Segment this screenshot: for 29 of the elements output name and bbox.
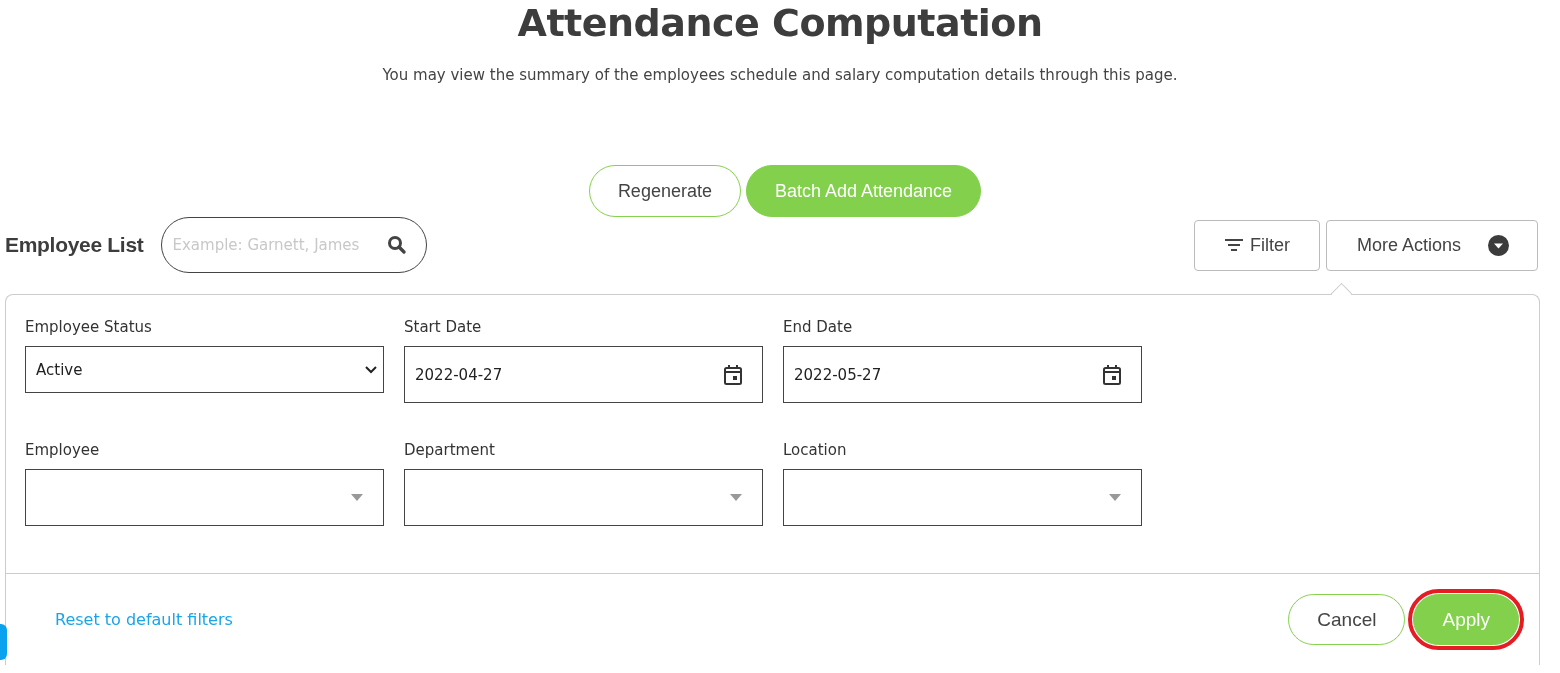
filter-icon xyxy=(1224,238,1244,252)
dropdown-icon xyxy=(1488,234,1509,256)
side-tab[interactable] xyxy=(0,624,7,660)
page-subtitle: You may view the summary of the employees schedule and salary computation details through this page. xyxy=(381,66,1179,86)
field-label: Location xyxy=(783,441,848,459)
chevron-icon xyxy=(365,365,377,374)
caret-icon xyxy=(730,494,742,501)
date-field[interactable]: 2022-05-27 xyxy=(783,346,1142,403)
select-field[interactable] xyxy=(404,469,763,526)
field-label: End Date xyxy=(783,318,854,336)
calendar-icon xyxy=(724,364,742,385)
page-title: Attendance Computation xyxy=(516,0,1044,46)
cancel-button[interactable]: Cancel xyxy=(1288,594,1406,645)
status-dropdown[interactable]: Active xyxy=(25,346,384,393)
field-label: Department xyxy=(404,441,496,459)
filter-button[interactable]: Filter xyxy=(1194,219,1320,271)
search-icon xyxy=(387,235,408,255)
field-label: Start Date xyxy=(404,318,483,336)
section-title: Employee List xyxy=(5,233,144,257)
caret-icon xyxy=(1109,494,1121,501)
regenerate-button[interactable]: Regenerate xyxy=(588,165,741,217)
calendar-icon xyxy=(1103,364,1121,385)
field-label: Employee Status xyxy=(25,318,153,336)
field-label: Employee xyxy=(25,441,101,459)
date-field[interactable]: 2022-04-27 xyxy=(404,346,763,403)
select-field[interactable] xyxy=(783,469,1142,526)
caret-icon xyxy=(351,494,363,501)
select-field[interactable] xyxy=(25,469,384,526)
more-actions-button[interactable]: More Actions xyxy=(1326,219,1538,271)
